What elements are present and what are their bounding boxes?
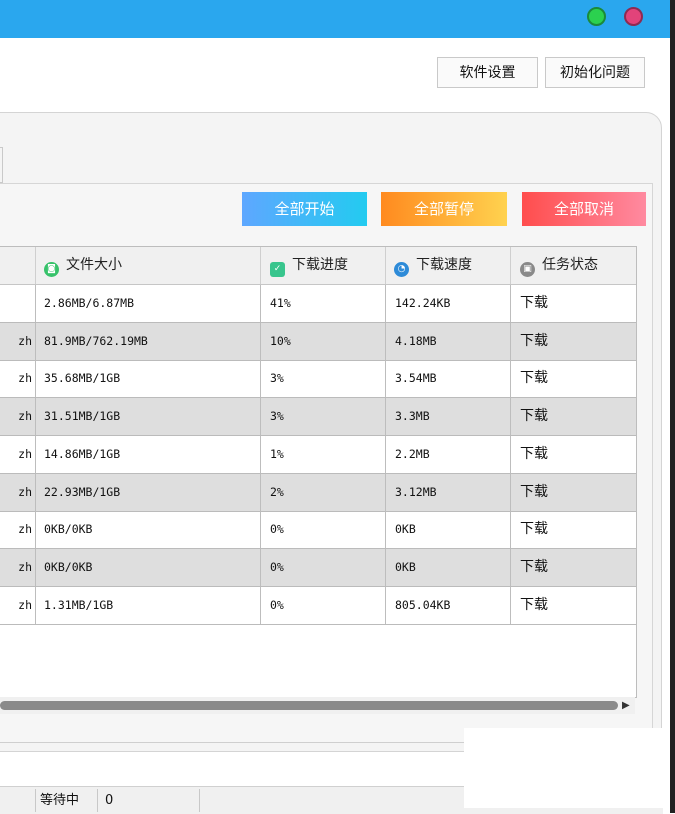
status-divider [97,789,98,812]
check-icon: ✓ [270,262,285,277]
waiting-count: 0 [105,793,114,808]
column-header-name[interactable] [0,247,36,284]
disk-icon: ◙ [44,262,59,277]
cell-status: 下载 [520,483,548,500]
title-bar [0,0,672,38]
cancel-all-button[interactable]: 全部取消 [522,192,646,226]
cell-name: zh [0,322,36,360]
pause-all-button[interactable]: 全部暂停 [381,192,507,226]
cell-progress: 1% [261,435,386,473]
cell-size: 14.86MB/1GB [36,435,261,473]
column-header-speed-label: 下载速度 [416,257,472,273]
cell-size: 1.31MB/1GB [36,586,261,624]
cell-size: 31.51MB/1GB [36,398,261,436]
column-header-status-label: 任务状态 [542,257,598,273]
horizontal-scrollbar[interactable]: ▶ [0,697,635,714]
cell-progress: 41% [261,285,386,322]
cell-size: 35.68MB/1GB [36,360,261,398]
table-row[interactable]: 2.86MB/6.87MB 41% 142.24KB 下载 [0,285,636,323]
cell-name: zh [0,586,36,624]
cell-progress: 3% [261,398,386,436]
cell-progress: 2% [261,473,386,511]
cell-name: zh [0,473,36,511]
table-row[interactable]: zh 1.31MB/1GB 0% 805.04KB 下载 [0,586,636,625]
cell-speed: 4.18MB [386,322,511,360]
cell-name: zh [0,398,36,436]
cell-name: zh [0,360,36,398]
cell-speed: 3.12MB [386,473,511,511]
cell-speed: 805.04KB [386,586,511,624]
cell-progress: 0% [261,511,386,549]
cell-status: 下载 [520,445,548,462]
table-row[interactable]: zh 0KB/0KB 0% 0KB 下载 [0,548,636,587]
table-row[interactable]: zh 35.68MB/1GB 3% 3.54MB 下载 [0,360,636,399]
software-settings-button[interactable]: 软件设置 [437,57,538,88]
maximize-circle-icon[interactable] [587,7,606,26]
table-header: ◙ 文件大小 ✓ 下载进度 ◔ 下载速度 ▣ 任务状态 [0,247,636,285]
status-divider [35,789,36,812]
cell-speed: 3.3MB [386,398,511,436]
cell-speed: 142.24KB [386,285,511,322]
cell-status: 下载 [520,332,548,349]
cell-progress: 0% [261,548,386,586]
cell-size: 81.9MB/762.19MB [36,322,261,360]
init-problem-button[interactable]: 初始化问题 [545,57,645,88]
table-row[interactable]: zh 0KB/0KB 0% 0KB 下载 [0,511,636,550]
panel-tab[interactable] [0,147,3,183]
cell-progress: 3% [261,360,386,398]
column-header-size[interactable]: ◙ 文件大小 [36,247,261,284]
download-table: ◙ 文件大小 ✓ 下载进度 ◔ 下载速度 ▣ 任务状态 2.86MB/6.87MB 41%… [0,246,637,698]
cell-speed: 2.2MB [386,435,511,473]
cell-status: 下载 [520,558,548,575]
column-header-status[interactable]: ▣ 任务状态 [511,247,636,284]
column-header-progress[interactable]: ✓ 下载进度 [261,247,386,284]
column-header-progress-label: 下载进度 [292,257,348,273]
cell-status: 下载 [520,408,548,425]
status-divider [199,789,200,812]
cell-speed: 0KB [386,548,511,586]
scroll-right-arrow-icon[interactable]: ▶ [622,699,634,712]
cell-name: zh [0,435,36,473]
cell-name: zh [0,511,36,549]
waiting-label: 等待中 [40,793,80,808]
cell-name [0,285,36,322]
table-row[interactable]: zh 31.51MB/1GB 3% 3.3MB 下载 [0,398,636,437]
cell-status: 下载 [520,521,548,538]
cell-speed: 0KB [386,511,511,549]
cell-size: 2.86MB/6.87MB [36,285,261,322]
column-header-size-label: 文件大小 [66,257,122,273]
cell-status: 下载 [520,295,548,311]
window-edge [670,0,675,813]
lock-icon: ▣ [520,262,535,277]
speed-icon: ◔ [394,262,409,277]
cell-status: 下载 [520,370,548,387]
cell-size: 0KB/0KB [36,511,261,549]
table-row[interactable]: zh 14.86MB/1GB 1% 2.2MB 下载 [0,435,636,474]
cell-size: 22.93MB/1GB [36,473,261,511]
cell-progress: 10% [261,322,386,360]
start-all-button[interactable]: 全部开始 [242,192,367,226]
blank-overlay [464,728,670,808]
table-row[interactable]: zh 22.93MB/1GB 2% 3.12MB 下载 [0,473,636,512]
table-row[interactable]: zh 81.9MB/762.19MB 10% 4.18MB 下载 [0,322,636,361]
cell-progress: 0% [261,586,386,624]
cell-size: 0KB/0KB [36,548,261,586]
scroll-thumb[interactable] [0,701,618,710]
cell-status: 下载 [520,596,548,613]
column-header-speed[interactable]: ◔ 下载速度 [386,247,511,284]
cell-name: zh [0,548,36,586]
close-circle-icon[interactable] [624,7,643,26]
cell-speed: 3.54MB [386,360,511,398]
